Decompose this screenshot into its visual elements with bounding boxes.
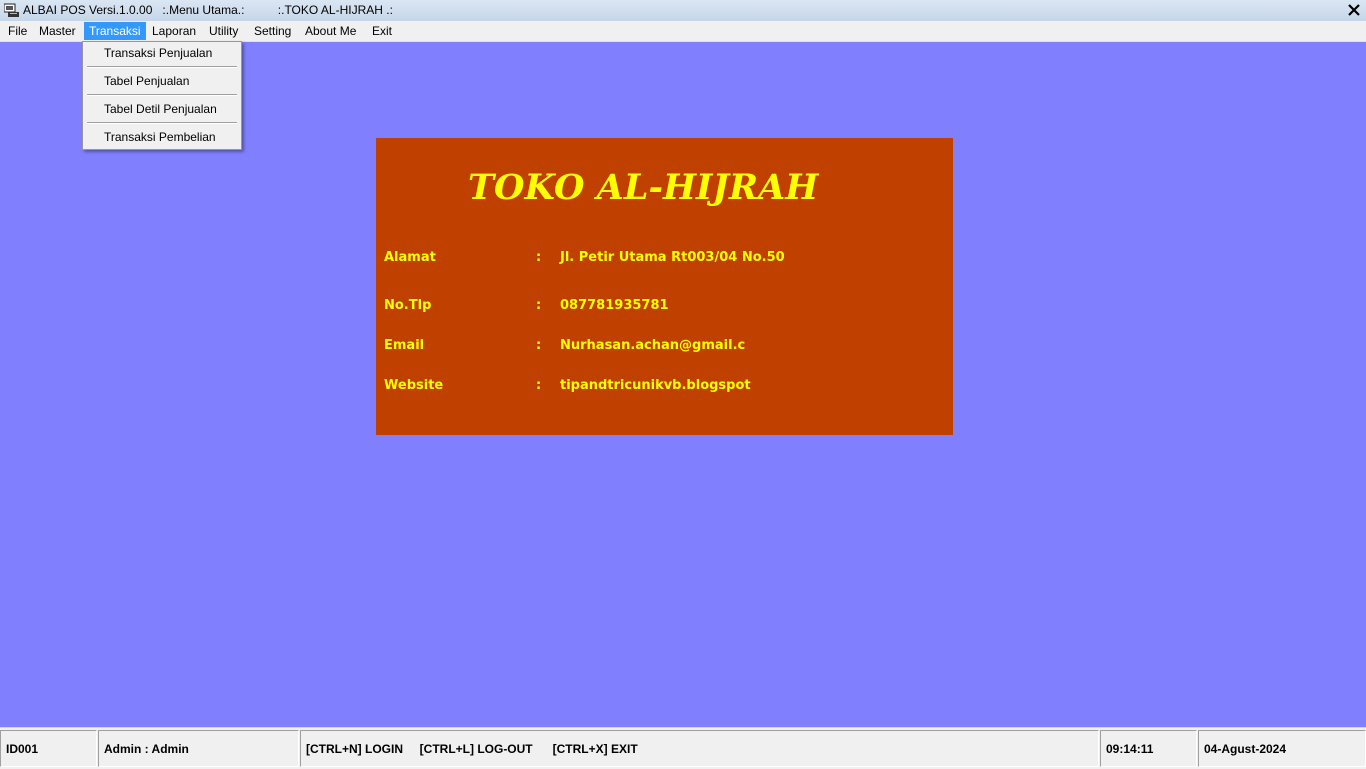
title-bar: ALBAI POS Versi.1.0.00 :.Menu Utama.: :.… xyxy=(0,0,1366,22)
app-icon xyxy=(4,3,19,17)
menu-separator xyxy=(87,94,237,96)
window-title: ALBAI POS Versi.1.0.00 :.Menu Utama.: :.… xyxy=(23,3,393,17)
menu-item-transaksi-penjualan[interactable]: Transaksi Penjualan xyxy=(85,42,239,64)
phone-colon: : xyxy=(536,298,542,313)
menu-master[interactable]: Master xyxy=(34,22,81,40)
menu-separator xyxy=(87,66,237,68)
menu-laporan[interactable]: Laporan xyxy=(147,22,201,40)
menu-item-tabel-penjualan[interactable]: Tabel Penjualan xyxy=(85,70,239,92)
close-button[interactable] xyxy=(1344,1,1364,19)
menu-about-me[interactable]: About Me xyxy=(300,22,361,40)
address-value: Jl. Petir Utama Rt003/04 No.50 xyxy=(560,250,785,265)
phone-label: No.Tlp xyxy=(384,298,432,313)
menu-setting[interactable]: Setting xyxy=(249,22,296,40)
status-shortcuts: [CTRL+N] LOGIN [CTRL+L] LOG-OUT [CTRL+X]… xyxy=(300,730,1099,767)
phone-value: 087781935781 xyxy=(560,298,669,313)
status-user: Admin : Admin xyxy=(98,730,299,767)
store-info-panel: TOKO AL-HIJRAH Alamat : Jl. Petir Utama … xyxy=(376,138,953,435)
store-name: TOKO AL-HIJRAH xyxy=(468,167,819,208)
menu-separator xyxy=(87,122,237,124)
status-date: 04-Agust-2024 xyxy=(1198,730,1366,767)
menu-item-tabel-detil-penjualan[interactable]: Tabel Detil Penjualan xyxy=(85,98,239,120)
menu-transaksi[interactable]: Transaksi xyxy=(84,22,146,40)
address-label: Alamat xyxy=(384,250,436,265)
menu-file[interactable]: File xyxy=(3,22,32,40)
menu-bar: File Master Transaksi Laporan Utility Se… xyxy=(0,21,1366,42)
email-value: Nurhasan.achan@gmail.c xyxy=(560,338,746,353)
menu-utility[interactable]: Utility xyxy=(204,22,243,40)
address-colon: : xyxy=(536,250,542,265)
transaksi-dropdown-menu: Transaksi Penjualan Tabel Penjualan Tabe… xyxy=(82,41,242,150)
website-colon: : xyxy=(536,378,542,393)
close-icon xyxy=(1348,4,1360,16)
email-label: Email xyxy=(384,338,425,353)
status-id: ID001 xyxy=(0,730,97,767)
menu-exit[interactable]: Exit xyxy=(367,22,397,40)
website-label: Website xyxy=(384,378,444,393)
status-time: 09:14:11 xyxy=(1100,730,1197,767)
email-colon: : xyxy=(536,338,542,353)
status-bar: ID001 Admin : Admin [CTRL+N] LOGIN [CTRL… xyxy=(0,727,1366,769)
website-value: tipandtricunikvb.blogspot xyxy=(560,378,751,393)
menu-item-transaksi-pembelian[interactable]: Transaksi Pembelian xyxy=(85,126,239,148)
